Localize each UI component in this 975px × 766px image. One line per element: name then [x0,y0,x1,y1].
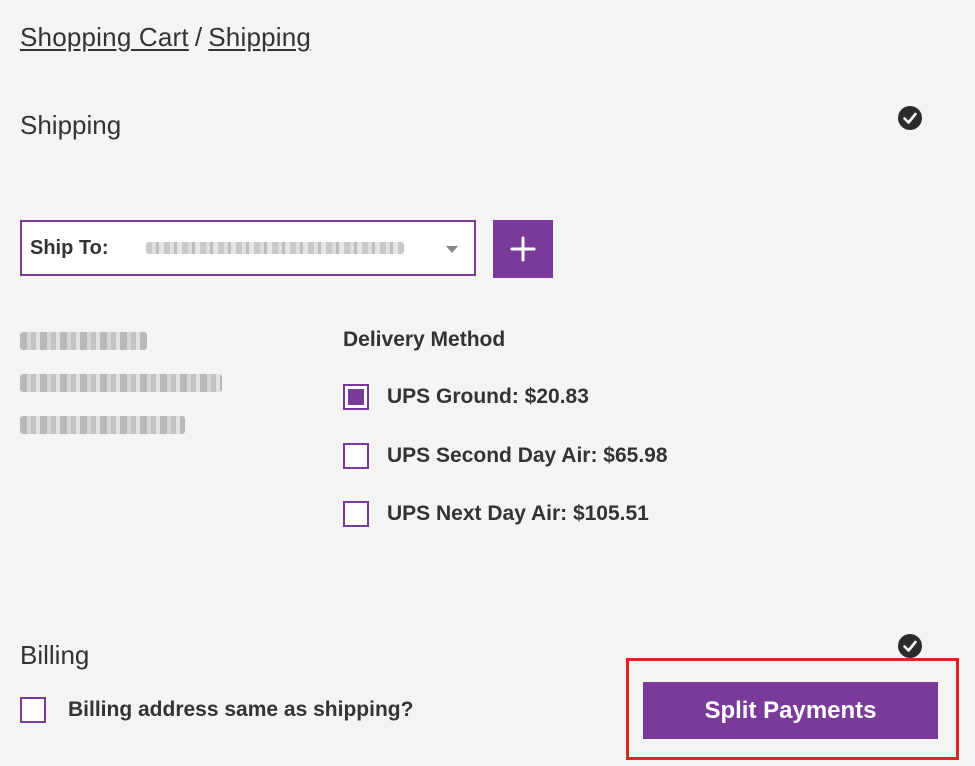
delivery-method-heading: Delivery Method [343,328,506,351]
plus-icon [510,236,536,262]
dropdown-caret-icon [446,246,458,253]
delivery-option-checkbox[interactable] [343,384,369,410]
breadcrumb: Shopping Cart / Shipping [20,22,311,53]
shipping-check-circle-icon [898,106,922,130]
billing-same-as-shipping[interactable]: Billing address same as shipping? [20,697,413,723]
add-address-button[interactable] [493,220,553,278]
billing-same-as-shipping-label: Billing address same as shipping? [68,698,414,721]
delivery-option-checkbox[interactable] [343,501,369,527]
delivery-option-ups-ground[interactable]: UPS Ground: $20.83 [343,384,589,410]
shipping-section-title: Shipping [20,110,122,140]
delivery-option-label: UPS Ground: $20.83 [387,385,589,408]
billing-section-title: Billing [20,640,90,670]
delivery-option-label: UPS Next Day Air: $105.51 [387,502,649,525]
billing-same-as-shipping-checkbox[interactable] [20,697,46,723]
ship-to-select[interactable]: Ship To: [20,220,476,276]
address-line-2-redacted [20,374,222,392]
delivery-option-ups-second-day-air[interactable]: UPS Second Day Air: $65.98 [343,443,668,469]
breadcrumb-separator: / [194,22,203,52]
shipping-address-redacted [20,332,222,458]
split-payments-button[interactable]: Split Payments [643,682,938,739]
breadcrumb-shopping-cart-link[interactable]: Shopping Cart [20,22,189,52]
delivery-option-checkbox[interactable] [343,443,369,469]
address-line-1-redacted [20,332,147,350]
ship-to-selected-address-redacted [146,242,404,254]
breadcrumb-shipping-link[interactable]: Shipping [208,22,311,52]
delivery-option-label: UPS Second Day Air: $65.98 [387,444,668,467]
billing-check-circle-icon [898,634,922,658]
ship-to-label: Ship To: [30,236,109,259]
address-line-3-redacted [20,416,185,434]
delivery-option-ups-next-day-air[interactable]: UPS Next Day Air: $105.51 [343,501,649,527]
